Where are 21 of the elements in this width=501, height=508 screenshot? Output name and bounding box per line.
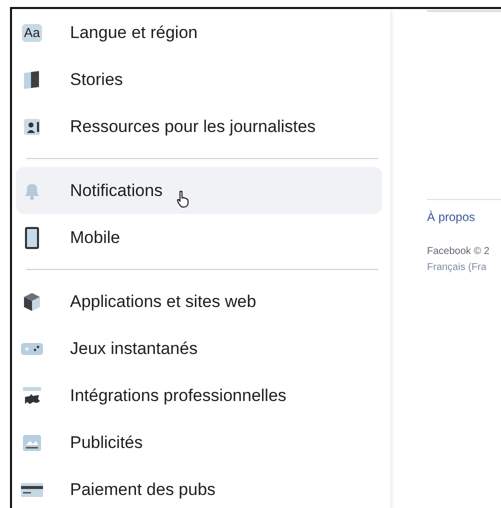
sidebar-item[interactable]: Paiement des pubs xyxy=(16,466,382,508)
sidebar-item[interactable]: Stories xyxy=(16,56,382,103)
sidebar-item[interactable]: Publicités xyxy=(16,419,382,466)
phone-icon xyxy=(22,226,42,250)
sidebar-item[interactable]: Ressources pour les journalistes xyxy=(16,103,382,150)
gamepad-icon xyxy=(20,340,44,356)
sidebar-item[interactable]: Mobile xyxy=(16,214,382,261)
picture-icon xyxy=(22,432,42,452)
sidebar-item[interactable]: Aa Langue et région xyxy=(16,9,382,56)
footer-link[interactable]: À propos xyxy=(427,210,476,224)
puzzle-icon xyxy=(21,384,43,406)
hand-cursor-icon xyxy=(176,190,190,208)
sidebar-item[interactable]: Jeux instantanés xyxy=(16,325,382,372)
language-icon: Aa xyxy=(22,24,42,42)
id-card-icon xyxy=(22,116,42,136)
cube-icon xyxy=(21,290,43,312)
sidebar-item[interactable]: Intégrations professionnelles xyxy=(16,372,382,419)
copyright-text: Facebook © 2 xyxy=(427,246,490,257)
credit-card-icon xyxy=(20,480,44,498)
sidebar-item[interactable]: Notifications xyxy=(16,167,382,214)
sidebar-item[interactable]: Applications et sites web xyxy=(16,278,382,325)
